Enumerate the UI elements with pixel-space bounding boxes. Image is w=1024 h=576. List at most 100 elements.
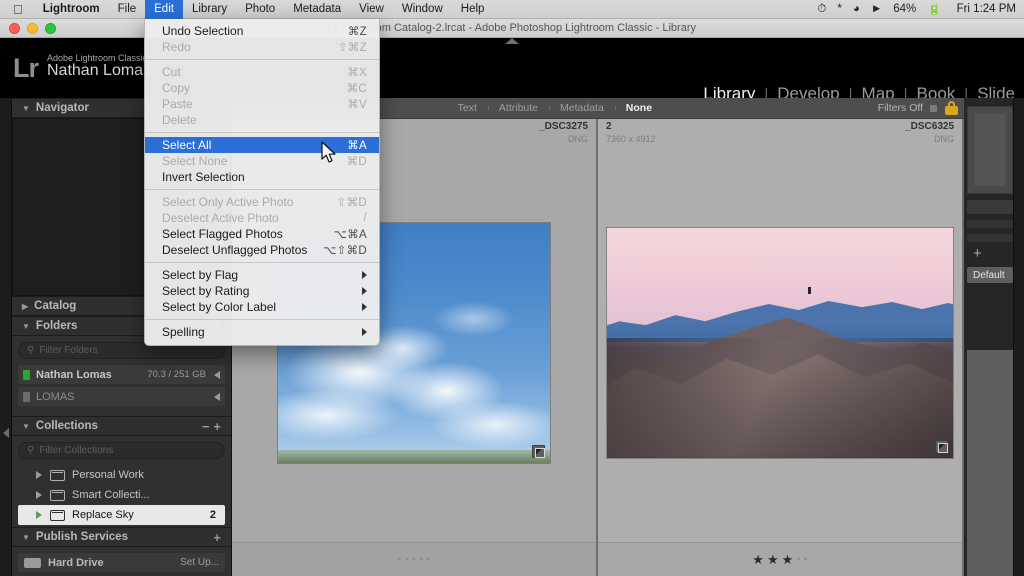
star-empty-icon[interactable]: ●: [803, 553, 807, 566]
metadata-bar[interactable]: [967, 234, 1013, 242]
collections-filter-input[interactable]: ⚲ Filter Collections: [18, 442, 225, 459]
menu-item-select-by-rating[interactable]: Select by Rating: [145, 283, 379, 299]
star-empty-icon[interactable]: ●: [397, 553, 401, 566]
chevron-down-icon[interactable]: ▼: [22, 533, 30, 542]
star-empty-icon[interactable]: ●: [426, 553, 430, 566]
left-panel-edge[interactable]: [0, 98, 12, 576]
cell-filetype: DNG: [568, 134, 588, 144]
collections-header[interactable]: ▼ Collections − +: [12, 416, 231, 436]
chevron-down-icon[interactable]: ▼: [22, 104, 30, 113]
folder-row[interactable]: LOMAS: [18, 387, 225, 406]
menu-item-undo[interactable]: Undo Selection ⌘Z: [145, 23, 379, 39]
menu-item-spelling[interactable]: Spelling: [145, 324, 379, 340]
quick-develop-bar[interactable]: [967, 200, 1013, 214]
time-machine-icon[interactable]: ⏱: [817, 3, 826, 16]
menu-item-select-by-flag[interactable]: Select by Flag: [145, 267, 379, 283]
folder-row[interactable]: Nathan Lomas 70.3 / 251 GB: [18, 365, 225, 384]
wifi-icon[interactable]: ◕: [853, 3, 860, 15]
mountain-image: [607, 227, 953, 458]
cell-header: 2 _DSC6325 7360 x 4912 DNG: [598, 119, 962, 145]
star-empty-icon[interactable]: ●: [419, 553, 423, 566]
bluetooth-icon[interactable]: *: [837, 3, 841, 15]
menu-lightroom[interactable]: Lightroom: [34, 0, 109, 19]
menu-separator: [145, 59, 379, 60]
chevron-down-icon[interactable]: ▼: [22, 322, 30, 331]
cell-filetype: DNG: [934, 134, 954, 144]
menu-photo[interactable]: Photo: [236, 0, 284, 19]
crop-badge-icon[interactable]: [532, 444, 545, 458]
macos-menu-bar:  Lightroom File Edit Library Photo Meta…: [0, 0, 1024, 19]
chevron-right-icon[interactable]: ▶: [22, 302, 28, 311]
menu-view[interactable]: View: [350, 0, 393, 19]
chevron-right-icon[interactable]: [36, 471, 42, 479]
filter-text[interactable]: Text: [447, 102, 488, 114]
menu-window[interactable]: Window: [393, 0, 452, 19]
menu-item-label: Select by Rating: [162, 284, 250, 298]
star-filled-icon[interactable]: ★: [767, 553, 779, 566]
menu-library[interactable]: Library: [183, 0, 236, 19]
filter-switch-icon[interactable]: [930, 104, 937, 112]
histogram-panel[interactable]: [967, 106, 1013, 194]
menu-separator: [145, 132, 379, 133]
lock-icon[interactable]: [945, 101, 958, 115]
filter-metadata[interactable]: Metadata: [549, 102, 615, 114]
document-title-text: Lightroom Catalog-2.lrcat - Adobe Photos…: [341, 22, 696, 34]
chevron-right-icon[interactable]: [36, 511, 42, 519]
star-filled-icon[interactable]: ★: [752, 553, 764, 566]
volume-status-icon: [23, 369, 30, 380]
rating-stars[interactable]: ● ● ● ● ●: [397, 553, 430, 566]
preset-default-row[interactable]: Default: [967, 267, 1013, 283]
collection-row[interactable]: Personal Work: [18, 465, 225, 485]
add-collection-button[interactable]: +: [211, 419, 223, 434]
add-preset-button[interactable]: +: [967, 242, 1013, 264]
chevron-right-icon[interactable]: [36, 491, 42, 499]
star-empty-icon[interactable]: ●: [796, 553, 800, 566]
star-filled-icon[interactable]: ★: [782, 553, 794, 566]
battery-charging-icon[interactable]: 🔋: [927, 2, 941, 16]
cell-header-line1: 2 _DSC6325: [606, 121, 954, 133]
volume-icon[interactable]: ►: [871, 3, 882, 15]
menu-item-paste: Paste ⌘V: [145, 96, 379, 112]
publish-service-setup-link[interactable]: Set Up...: [180, 557, 219, 568]
filter-none[interactable]: None: [614, 102, 663, 114]
star-empty-icon[interactable]: ●: [405, 553, 409, 566]
menu-metadata[interactable]: Metadata: [284, 0, 350, 19]
menu-clock[interactable]: Fri 1:24 PM: [953, 3, 1016, 15]
collection-row-replace-sky[interactable]: Replace Sky 2: [18, 505, 225, 525]
menu-help[interactable]: Help: [452, 0, 494, 19]
filters-state-label[interactable]: Filters Off: [878, 102, 930, 114]
photo-thumbnail-mountain[interactable]: [607, 227, 953, 458]
publish-service-row[interactable]: Hard Drive Set Up...: [18, 553, 225, 572]
right-panel-lower-area[interactable]: [967, 350, 1013, 576]
menu-file[interactable]: File: [109, 0, 146, 19]
chevron-down-icon[interactable]: ▼: [22, 422, 30, 431]
add-publish-service-button[interactable]: +: [211, 530, 223, 545]
grid-cell[interactable]: 2 _DSC6325 7360 x 4912 DNG ★ ★ ★ ● ●: [598, 119, 962, 576]
remove-collection-button[interactable]: −: [200, 419, 212, 434]
right-panel-edge[interactable]: [1013, 98, 1024, 576]
menu-item-invert-selection[interactable]: Invert Selection: [145, 169, 379, 185]
menu-item-select-only-active-photo: Select Only Active Photo ⇧⌘D: [145, 194, 379, 210]
show-top-panel-arrow-icon[interactable]: [505, 38, 519, 44]
menu-item-shortcut: ⌥⌘A: [333, 229, 367, 241]
rating-stars[interactable]: ★ ★ ★ ● ●: [752, 553, 807, 566]
menu-item-select-flagged-photos[interactable]: Select Flagged Photos ⌥⌘A: [145, 226, 379, 242]
left-panel-toggle-icon[interactable]: [3, 428, 9, 438]
chevron-left-icon[interactable]: [214, 392, 220, 401]
apple-menu-icon[interactable]: : [0, 3, 34, 16]
identity-plate[interactable]: Lr Adobe Lightroom Classic Nathan Lomas: [0, 53, 151, 82]
filter-attribute[interactable]: Attribute: [487, 102, 549, 114]
menu-item-select-all[interactable]: Select All ⌘A: [145, 137, 379, 153]
star-empty-icon[interactable]: ●: [412, 553, 416, 566]
publish-services-header[interactable]: ▼ Publish Services +: [12, 527, 231, 547]
menu-edit[interactable]: Edit: [145, 0, 183, 19]
battery-percent[interactable]: 64%: [893, 3, 916, 15]
chevron-left-icon[interactable]: [214, 370, 220, 379]
menu-item-shortcut: ⌥⇧⌘D: [323, 245, 367, 257]
develop-badge-icon[interactable]: [935, 439, 948, 453]
menu-item-select-by-color-label[interactable]: Select by Color Label: [145, 299, 379, 315]
folders-body: ⚲ Filter Folders Nathan Lomas 70.3 / 251…: [12, 336, 231, 416]
keywording-bar[interactable]: [967, 220, 1013, 228]
collection-row[interactable]: Smart Collecti...: [18, 485, 225, 505]
menu-item-deselect-unflagged-photos[interactable]: Deselect Unflagged Photos ⌥⇧⌘D: [145, 242, 379, 258]
